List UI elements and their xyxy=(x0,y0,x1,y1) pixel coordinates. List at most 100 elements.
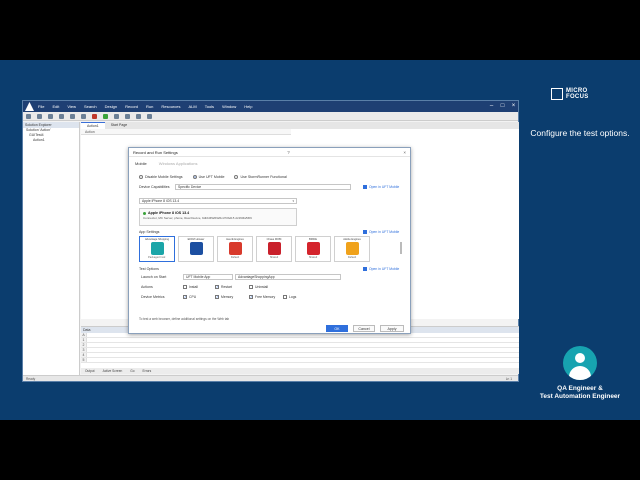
menu-window[interactable]: Window xyxy=(222,104,236,109)
tab-action1[interactable]: Action1 xyxy=(81,122,105,129)
tab-active-screen[interactable]: Active Screen xyxy=(99,368,127,374)
brand-line: FOCUS xyxy=(566,94,589,100)
status-bar: Ready Ln 1 xyxy=(23,375,518,381)
menu-run[interactable]: Run xyxy=(146,104,153,109)
app-name: BRIDE xyxy=(309,238,317,241)
checkbox-label: Install xyxy=(189,285,198,289)
checkbox-label: Uninstall xyxy=(255,285,269,289)
radio-icon xyxy=(234,175,239,180)
app-tile[interactable]: Heurik Engines Default xyxy=(217,236,253,262)
actions-label: Actions xyxy=(141,285,153,289)
open-icon[interactable] xyxy=(37,113,42,119)
device-capabilities-select[interactable]: Specific Device xyxy=(175,184,351,190)
radio-use-stormrunner[interactable]: Use StormRunner Functional xyxy=(234,175,287,180)
device-card[interactable]: Apple iPhone 8 iOS 13.4 Connector, MC Se… xyxy=(139,208,297,226)
tab-errors[interactable]: Errors xyxy=(139,368,156,374)
menu-help[interactable]: Help xyxy=(244,104,252,109)
stop-icon[interactable] xyxy=(114,113,119,119)
device-select[interactable]: Apple iPhone 8 iOS 13.4 ▾ xyxy=(139,198,297,204)
checkbox-free-memory[interactable]: ✓ Free Memory xyxy=(249,295,275,299)
app-tile[interactable]: Adobe Engines Default xyxy=(334,236,370,262)
radio-disable-mobile[interactable]: Disable Mobile Settings xyxy=(139,175,183,180)
radio-use-uft-mobile[interactable]: Use UFT Mobile xyxy=(192,175,225,180)
app-list: Advantage Shopping Packaged Instr. EKFM Ho… xyxy=(139,236,373,262)
presenter-role: QA Engineer & Test Automation Engineer xyxy=(520,385,640,401)
bottom-tabs: Output Active Screen Go Errors xyxy=(81,368,519,374)
help-icon[interactable]: ? xyxy=(287,148,290,156)
ok-button[interactable]: OK xyxy=(326,325,348,332)
cut-icon[interactable] xyxy=(59,113,64,119)
slide-caption: Configure the test options. xyxy=(530,128,630,138)
checkbox-uninstall[interactable]: Uninstall xyxy=(249,285,268,289)
tab-start-page[interactable]: Start Page xyxy=(105,122,134,129)
dialog-title: Record and Run Settings xyxy=(133,150,178,155)
maximize-icon[interactable]: □ xyxy=(498,102,507,111)
menu-view[interactable]: View xyxy=(67,104,76,109)
app-tile[interactable]: EKFM Howser xyxy=(178,236,214,262)
menu-search[interactable]: Search xyxy=(84,104,97,109)
editor-action-dropdown[interactable]: Action xyxy=(81,129,291,135)
checkbox-restart[interactable]: ✓ Restart xyxy=(215,285,232,289)
select-value: Specific Device xyxy=(178,185,202,189)
checkbox-label: Free Memory xyxy=(255,295,276,299)
app-tile[interactable]: Advantage Shopping Packaged Instr. xyxy=(139,236,175,262)
new-icon[interactable] xyxy=(26,113,31,119)
menu-resources[interactable]: Resources xyxy=(161,104,180,109)
tab-go[interactable]: Go xyxy=(126,368,138,374)
debug-icon[interactable] xyxy=(136,113,141,119)
app-icon xyxy=(345,242,359,255)
checkbox-logs[interactable]: Logs xyxy=(283,295,296,299)
chevron-down-icon: ▾ xyxy=(292,199,294,203)
menu-file[interactable]: File xyxy=(38,104,44,109)
minimize-icon[interactable]: – xyxy=(487,102,496,111)
tree-item[interactable]: Action1 xyxy=(23,138,79,143)
title-bar: File Edit View Search Design Record Run … xyxy=(23,101,518,112)
menu-design[interactable]: Design xyxy=(105,104,117,109)
app-tile[interactable]: BRIDE Shared xyxy=(295,236,331,262)
checkmark-icon: ✓ xyxy=(215,295,219,299)
menu-edit[interactable]: Edit xyxy=(52,104,59,109)
apply-button[interactable]: Apply xyxy=(380,325,404,332)
video-frame: File Edit View Search Design Record Run … xyxy=(0,60,640,420)
checkbox-install[interactable]: Install xyxy=(183,285,198,289)
object-spy-icon[interactable] xyxy=(147,113,152,119)
record-icon[interactable] xyxy=(92,113,97,119)
checkbox-cpu[interactable]: ✓ CPU xyxy=(183,295,196,299)
open-in-uft-mobile-link[interactable]: Open in UFT Mobile xyxy=(363,185,399,189)
table-row[interactable]: 5 xyxy=(81,358,519,363)
row-header: 1 xyxy=(81,338,87,342)
launch-app-select[interactable]: AdvantageShoppingApp xyxy=(235,274,341,280)
radio-label: Use UFT Mobile xyxy=(198,175,225,179)
app-list-scrollbar[interactable] xyxy=(400,242,402,254)
open-in-uft-mobile-link[interactable]: Open in UFT Mobile xyxy=(363,230,399,234)
status-text: Ready xyxy=(26,376,36,381)
row-header: A xyxy=(81,333,87,337)
tab-windows-applications[interactable]: Windows Applications xyxy=(159,161,198,166)
cancel-button[interactable]: Cancel xyxy=(353,325,375,332)
app-icon xyxy=(267,242,281,255)
micro-focus-logo-icon xyxy=(551,88,563,100)
row-header: 3 xyxy=(81,348,87,352)
menu-tools[interactable]: Tools xyxy=(205,104,214,109)
menu-alm[interactable]: ALM xyxy=(188,104,196,109)
app-status: Shared xyxy=(269,256,279,259)
save-icon[interactable] xyxy=(48,113,53,119)
app-tile[interactable]: Chase MOBi Shared xyxy=(256,236,292,262)
radio-icon xyxy=(139,175,143,180)
launch-on-start-select[interactable]: UFT Mobile App xyxy=(183,274,233,280)
select-value: AdvantageShoppingApp xyxy=(238,275,275,279)
close-icon[interactable]: × xyxy=(403,148,406,156)
run-icon[interactable] xyxy=(103,113,108,119)
menu-record[interactable]: Record xyxy=(125,104,138,109)
close-icon[interactable]: × xyxy=(509,102,518,111)
checkbox-icon xyxy=(183,285,187,289)
app-name: Heurik Engines xyxy=(226,238,244,241)
checkbox-memory[interactable]: ✓ Memory xyxy=(215,295,233,299)
copy-icon[interactable] xyxy=(70,113,75,119)
open-in-uft-mobile-link[interactable]: Open in UFT Mobile xyxy=(363,267,399,271)
step-icon[interactable] xyxy=(125,113,130,119)
web-settings-note: To test a web browser, define additional… xyxy=(139,317,230,321)
tab-mobile[interactable]: Mobile xyxy=(135,161,147,166)
tab-output[interactable]: Output xyxy=(81,368,99,374)
paste-icon[interactable] xyxy=(81,113,86,119)
